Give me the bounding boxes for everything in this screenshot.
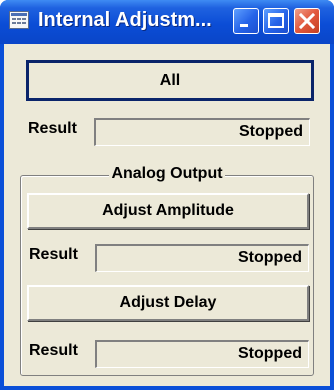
delay-result-field: Stopped [95,340,309,368]
window-client-area: All Result Stopped Analog Output Adjust … [4,44,330,386]
window-title: Internal Adjustm... [38,9,212,31]
adjust-amplitude-button[interactable]: Adjust Amplitude [27,193,309,229]
maximize-icon [268,13,284,28]
result-label: Result [28,120,77,137]
maximize-button[interactable] [263,8,289,34]
delay-result-label: Result [29,342,78,359]
analog-output-title: Analog Output [109,165,225,182]
amplitude-result-label: Result [29,246,78,263]
title-bar[interactable]: Internal Adjustm... [0,0,334,44]
window-app-icon[interactable] [9,11,29,29]
close-icon [298,12,316,30]
internal-adjustments-window: Internal Adjustm... All Result Stopped A… [0,0,334,390]
minimize-button[interactable] [233,8,259,34]
all-button[interactable]: All [26,60,314,101]
result-value-field: Stopped [94,118,310,146]
analog-output-group: Analog Output Adjust Amplitude Result St… [20,165,314,376]
minimize-icon [240,24,248,27]
close-button[interactable] [294,8,320,34]
adjust-delay-button[interactable]: Adjust Delay [27,285,309,321]
amplitude-result-field: Stopped [95,244,309,272]
